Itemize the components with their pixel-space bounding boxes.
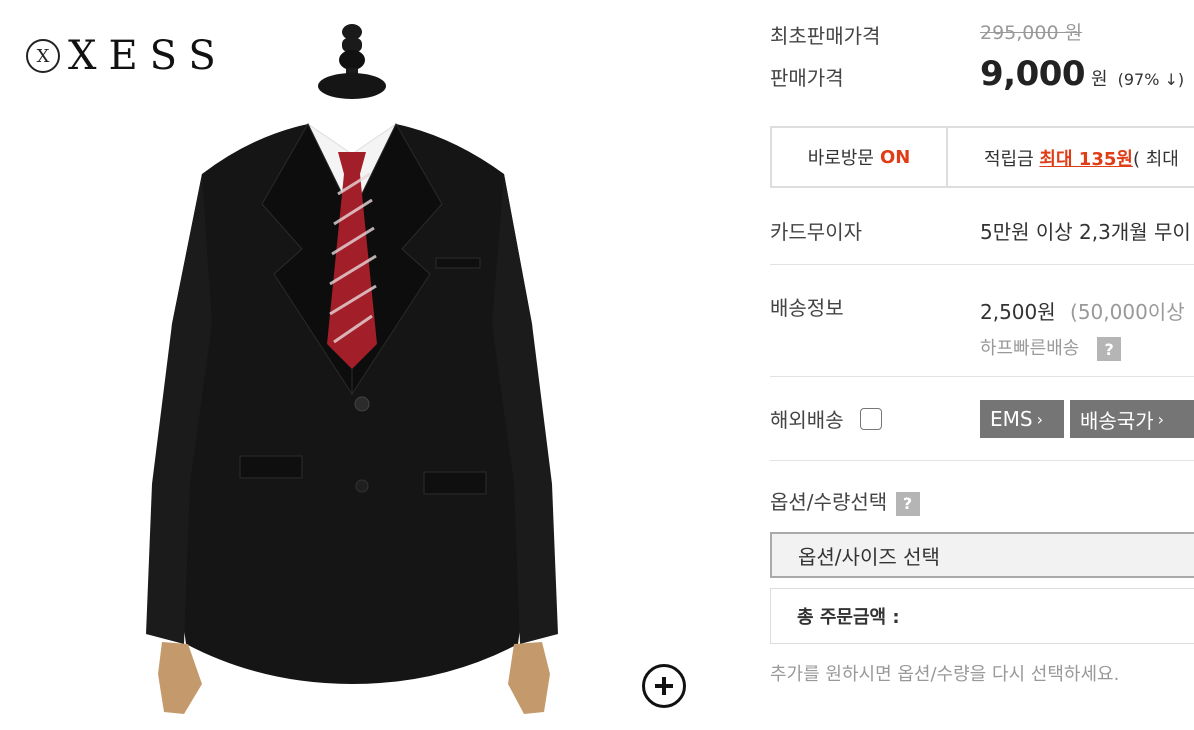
- reward-points-suffix: ( 최대: [1132, 149, 1179, 170]
- direct-visit[interactable]: 바로방문 ON: [772, 128, 948, 186]
- total-order-amount-label: 총 주문금액 :: [797, 607, 900, 628]
- shipping-countries-button[interactable]: 배송국가 ›: [1070, 400, 1194, 438]
- direct-visit-status: ON: [879, 146, 911, 168]
- ems-button[interactable]: EMS ›: [980, 400, 1064, 438]
- option-quantity-label: 옵션/수량선택 ?: [770, 486, 920, 516]
- shipping-method-label: 하프빠른배송: [980, 338, 1080, 359]
- ems-button-label: EMS: [990, 407, 1033, 431]
- divider: [770, 460, 1194, 461]
- shipping-fee-value: 2,500원: [980, 300, 1056, 324]
- product-photo[interactable]: [12, 24, 710, 718]
- shipping-fee: 2,500원 (50,000이상: [980, 296, 1185, 325]
- shipping-method: 하프빠른배송 ?: [980, 334, 1122, 361]
- card-installment-label: 카드무이자: [770, 220, 862, 244]
- overseas-shipping-checkbox[interactable]: [860, 408, 882, 430]
- reward-points: 적립금 최대 135원( 최대: [984, 145, 1179, 171]
- product-image-panel: X XESS: [12, 24, 710, 718]
- zoom-in-icon[interactable]: [642, 664, 686, 708]
- brand-name: XESS: [68, 33, 228, 79]
- chevron-right-icon: ›: [1036, 409, 1043, 429]
- option-size-select[interactable]: 옵션/사이즈 선택: [770, 532, 1194, 578]
- sale-price: 9,000 원 (97% ↓): [980, 54, 1184, 94]
- direct-visit-label: 바로방문: [807, 148, 874, 169]
- shipping-info-label: 배송정보: [770, 296, 844, 320]
- divider: [770, 376, 1194, 377]
- brand-logo: X XESS: [26, 36, 228, 76]
- visit-points-box: 바로방문 ON 적립금 최대 135원( 최대: [770, 126, 1194, 188]
- reward-points-link[interactable]: 최대 135원: [1039, 149, 1133, 170]
- original-price-value: 295,000 원: [980, 22, 1083, 44]
- reward-points-label: 적립금: [984, 149, 1034, 170]
- card-installment-value: 5만원 이상 2,3개월 무이: [980, 220, 1191, 244]
- shipping-countries-button-label: 배송국가: [1080, 408, 1154, 433]
- brand-emblem-icon: X: [26, 39, 60, 73]
- total-order-amount: 총 주문금액 :: [770, 588, 1194, 644]
- help-icon[interactable]: ?: [895, 491, 920, 516]
- overseas-shipping-label: 해외배송: [770, 408, 844, 432]
- divider: [770, 264, 1194, 265]
- discount-rate: (97% ↓): [1117, 70, 1185, 89]
- shipping-condition: (50,000이상: [1070, 300, 1185, 324]
- help-icon[interactable]: ?: [1097, 337, 1122, 361]
- option-size-select-placeholder: 옵션/사이즈 선택: [798, 544, 940, 569]
- sale-price-unit: 원: [1091, 69, 1108, 90]
- chevron-right-icon: ›: [1157, 409, 1165, 429]
- option-quantity-label-text: 옵션/수량선택: [770, 490, 888, 514]
- reselect-note: 추가를 원하시면 옵션/수량을 다시 선택하세요.: [770, 664, 1120, 685]
- sale-price-value: 9,000: [980, 54, 1086, 94]
- original-price-label: 최초판매가격: [770, 24, 881, 48]
- sale-price-label: 판매가격: [770, 66, 844, 90]
